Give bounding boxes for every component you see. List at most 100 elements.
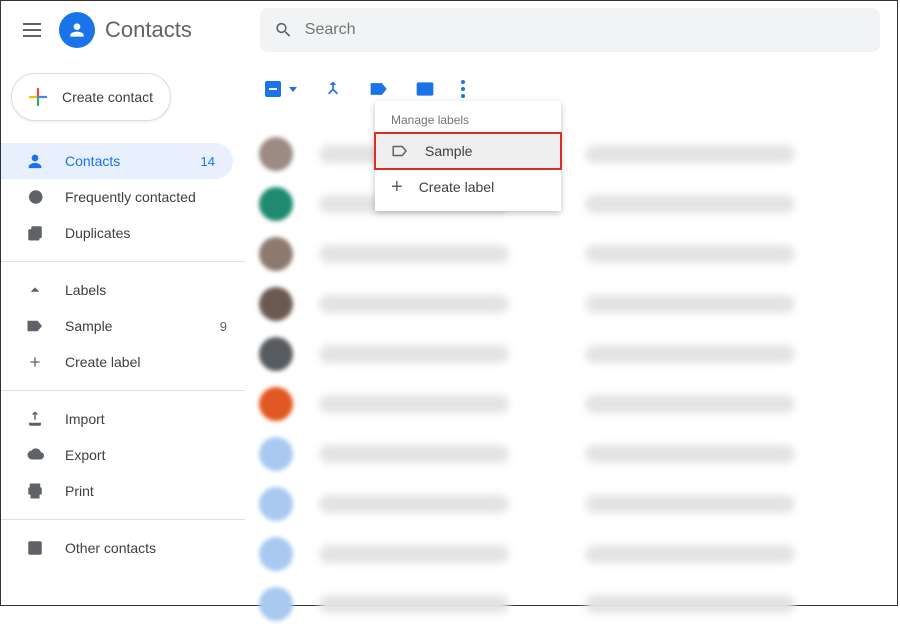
label-icon [23, 317, 47, 335]
print-icon [23, 482, 47, 500]
avatar [259, 587, 293, 621]
more-button[interactable] [461, 80, 465, 98]
sidebar-item-contacts[interactable]: Contacts 14 [1, 143, 233, 179]
manage-labels-popup: Manage labels Sample + Create label [375, 101, 561, 211]
sidebar-item-label: Duplicates [65, 225, 227, 241]
contact-email-redacted [585, 295, 795, 313]
contacts-logo [59, 12, 95, 48]
sidebar-export[interactable]: Export [1, 437, 245, 473]
popup-header: Manage labels [375, 113, 561, 133]
merge-icon [323, 79, 343, 99]
contact-row[interactable] [255, 279, 897, 329]
contact-row[interactable] [255, 579, 897, 629]
sidebar-import[interactable]: Import [1, 401, 245, 437]
contact-email-redacted [585, 545, 795, 563]
export-icon [23, 446, 47, 464]
sidebar-print[interactable]: Print [1, 473, 245, 509]
popup-label-text: Sample [425, 143, 472, 159]
contact-row[interactable] [255, 379, 897, 429]
contact-email-redacted [585, 245, 795, 263]
merge-button[interactable] [323, 79, 343, 99]
sidebar-label-count: 9 [220, 319, 227, 334]
email-icon [415, 79, 435, 99]
duplicates-icon [23, 224, 47, 242]
contact-email-redacted [585, 445, 795, 463]
archive-icon [23, 539, 47, 557]
contact-row[interactable] [255, 129, 897, 179]
main-area: Manage labels Sample + Create label [245, 59, 897, 605]
contact-name-redacted [319, 545, 509, 563]
sidebar-label-sample[interactable]: Sample 9 [1, 308, 245, 344]
toolbar [265, 77, 897, 101]
dropdown-caret-icon [289, 87, 297, 92]
avatar [259, 137, 293, 171]
contact-row[interactable] [255, 479, 897, 529]
sidebar-separator [1, 261, 245, 262]
email-button[interactable] [415, 79, 435, 99]
avatar [259, 537, 293, 571]
header-bar: Contacts [1, 1, 897, 59]
contact-row[interactable] [255, 429, 897, 479]
sidebar-item-frequent[interactable]: Frequently contacted [1, 179, 245, 215]
contact-name-redacted [319, 245, 509, 263]
menu-icon[interactable] [23, 23, 41, 37]
chevron-up-icon [23, 283, 47, 297]
label-icon [391, 142, 409, 160]
contact-name-redacted [319, 395, 509, 413]
sidebar-separator [1, 519, 245, 520]
sidebar-item-label: Contacts [65, 153, 201, 169]
sidebar-separator [1, 390, 245, 391]
avatar [259, 487, 293, 521]
sidebar-item-label: Frequently contacted [65, 189, 227, 205]
sidebar-create-label-text: Create label [65, 354, 227, 370]
app-title: Contacts [105, 17, 192, 43]
sidebar-print-label: Print [65, 483, 227, 499]
contact-email-redacted [585, 395, 795, 413]
contact-name-redacted [319, 495, 509, 513]
avatar [259, 387, 293, 421]
sidebar-other-contacts[interactable]: Other contacts [1, 530, 245, 566]
sidebar-labels-header[interactable]: Labels [1, 272, 245, 308]
search-input[interactable] [305, 21, 866, 39]
contact-email-redacted [585, 145, 795, 163]
sidebar-item-count: 14 [201, 154, 215, 169]
avatar [259, 237, 293, 271]
manage-labels-button[interactable] [369, 79, 389, 99]
label-icon [369, 79, 389, 99]
contact-row[interactable] [255, 229, 897, 279]
select-all-checkbox-icon [265, 81, 281, 97]
popup-label-sample[interactable]: Sample [375, 133, 561, 169]
history-icon [23, 188, 47, 206]
contact-name-redacted [319, 345, 509, 363]
create-contact-button[interactable]: Create contact [11, 73, 171, 121]
avatar [259, 337, 293, 371]
avatar [259, 287, 293, 321]
sidebar-labels-header-label: Labels [65, 282, 227, 298]
avatar [259, 187, 293, 221]
plus-icon: + [391, 177, 403, 197]
contact-name-redacted [319, 595, 509, 613]
plus-icon [23, 354, 47, 370]
popup-create-label[interactable]: + Create label [375, 169, 561, 205]
import-icon [23, 410, 47, 428]
sidebar: Create contact Contacts 14 Frequently co… [1, 59, 245, 605]
person-icon [23, 152, 47, 170]
contact-email-redacted [585, 595, 795, 613]
contact-email-redacted [585, 495, 795, 513]
contact-email-redacted [585, 345, 795, 363]
sidebar-item-duplicates[interactable]: Duplicates [1, 215, 245, 251]
contact-row[interactable] [255, 529, 897, 579]
search-icon [274, 20, 293, 40]
more-dots-icon [461, 80, 465, 84]
contact-name-redacted [319, 295, 509, 313]
select-all-button[interactable] [265, 81, 297, 97]
sidebar-create-label[interactable]: Create label [1, 344, 245, 380]
sidebar-other-contacts-label: Other contacts [65, 540, 227, 556]
sidebar-label-name: Sample [65, 318, 220, 334]
contact-row[interactable] [255, 179, 897, 229]
search-bar[interactable] [260, 8, 880, 52]
avatar [259, 437, 293, 471]
contact-row[interactable] [255, 329, 897, 379]
sidebar-import-label: Import [65, 411, 227, 427]
popup-create-label-text: Create label [419, 179, 495, 195]
